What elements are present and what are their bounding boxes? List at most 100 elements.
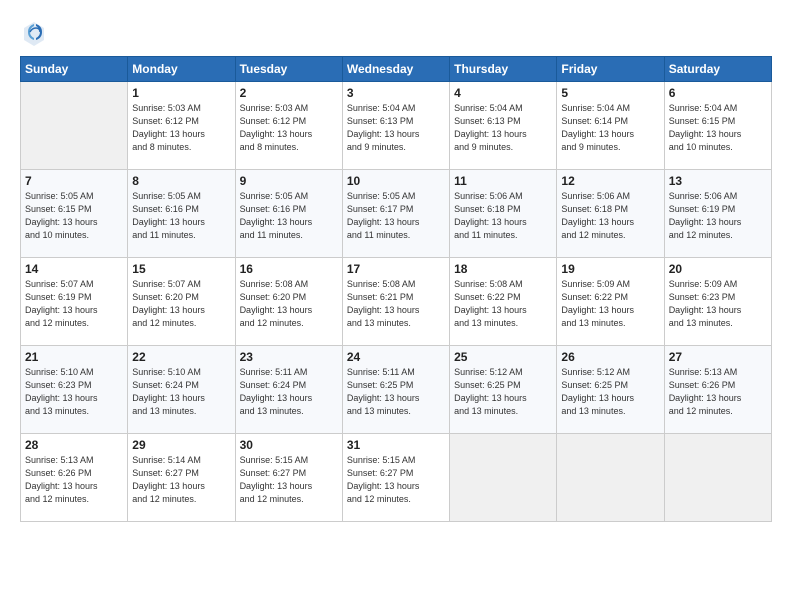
calendar-cell: 9Sunrise: 5:05 AMSunset: 6:16 PMDaylight… <box>235 170 342 258</box>
calendar-cell: 27 Sunrise: 5:13 AMSunset: 6:26 PMDayligh… <box>664 346 771 434</box>
day-number: 26 <box>561 350 659 364</box>
day-number: 3 <box>347 86 445 100</box>
calendar-cell: 24 Sunrise: 5:11 AMSunset: 6:25 PMDayligh… <box>342 346 449 434</box>
logo-icon <box>20 18 48 46</box>
day-number: 15 <box>132 262 230 276</box>
day-number: 31 <box>347 438 445 452</box>
day-info: Sunrise: 5:09 AMSunset: 6:23 PMDaylight:… <box>669 278 767 330</box>
day-info: Sunrise: 5:12 AMSunset: 6:25 PMDaylight:… <box>454 366 552 418</box>
day-info: Sunrise: 5:11 AMSunset: 6:24 PMDaylight:… <box>240 366 338 418</box>
calendar-cell: 20 Sunrise: 5:09 AMSunset: 6:23 PMDayligh… <box>664 258 771 346</box>
day-number: 14 <box>25 262 123 276</box>
header <box>20 18 772 46</box>
calendar-header-sunday: Sunday <box>21 57 128 82</box>
day-info: Sunrise: 5:04 AMSunset: 6:13 PMDaylight:… <box>454 102 552 154</box>
day-number: 23 <box>240 350 338 364</box>
calendar-cell: 11Sunrise: 5:06 AMSunset: 6:18 PMDayligh… <box>450 170 557 258</box>
day-info: Sunrise: 5:07 AMSunset: 6:19 PMDaylight:… <box>25 278 123 330</box>
day-info: Sunrise: 5:10 AMSunset: 6:23 PMDaylight:… <box>25 366 123 418</box>
day-number: 21 <box>25 350 123 364</box>
calendar-cell: 15 Sunrise: 5:07 AMSunset: 6:20 PMDayligh… <box>128 258 235 346</box>
day-number: 27 <box>669 350 767 364</box>
day-number: 28 <box>25 438 123 452</box>
calendar-cell: 19 Sunrise: 5:09 AMSunset: 6:22 PMDayligh… <box>557 258 664 346</box>
calendar-cell: 21 Sunrise: 5:10 AMSunset: 6:23 PMDayligh… <box>21 346 128 434</box>
day-info: Sunrise: 5:05 AMSunset: 6:16 PMDaylight:… <box>132 190 230 242</box>
calendar-week-4: 21 Sunrise: 5:10 AMSunset: 6:23 PMDayligh… <box>21 346 772 434</box>
calendar-cell: 18 Sunrise: 5:08 AMSunset: 6:22 PMDayligh… <box>450 258 557 346</box>
day-info: Sunrise: 5:03 AMSunset: 6:12 PMDaylight:… <box>132 102 230 154</box>
calendar-header-tuesday: Tuesday <box>235 57 342 82</box>
calendar-cell: 17 Sunrise: 5:08 AMSunset: 6:21 PMDayligh… <box>342 258 449 346</box>
calendar-header-saturday: Saturday <box>664 57 771 82</box>
day-number: 2 <box>240 86 338 100</box>
day-info: Sunrise: 5:04 AMSunset: 6:13 PMDaylight:… <box>347 102 445 154</box>
day-info: Sunrise: 5:13 AMSunset: 6:26 PMDaylight:… <box>25 454 123 506</box>
day-number: 24 <box>347 350 445 364</box>
day-number: 10 <box>347 174 445 188</box>
calendar-header-row: SundayMondayTuesdayWednesdayThursdayFrid… <box>21 57 772 82</box>
day-info: Sunrise: 5:08 AMSunset: 6:21 PMDaylight:… <box>347 278 445 330</box>
calendar-cell: 31 Sunrise: 5:15 AMSunset: 6:27 PMDayligh… <box>342 434 449 522</box>
calendar-week-3: 14 Sunrise: 5:07 AMSunset: 6:19 PMDayligh… <box>21 258 772 346</box>
calendar-cell: 6 Sunrise: 5:04 AMSunset: 6:15 PMDaylight… <box>664 82 771 170</box>
calendar-cell: 1 Sunrise: 5:03 AMSunset: 6:12 PMDaylight… <box>128 82 235 170</box>
day-info: Sunrise: 5:05 AMSunset: 6:15 PMDaylight:… <box>25 190 123 242</box>
day-info: Sunrise: 5:09 AMSunset: 6:22 PMDaylight:… <box>561 278 659 330</box>
calendar-cell: 23 Sunrise: 5:11 AMSunset: 6:24 PMDayligh… <box>235 346 342 434</box>
day-number: 22 <box>132 350 230 364</box>
calendar-week-2: 7 Sunrise: 5:05 AMSunset: 6:15 PMDaylight… <box>21 170 772 258</box>
day-number: 5 <box>561 86 659 100</box>
day-info: Sunrise: 5:06 AMSunset: 6:18 PMDaylight:… <box>561 190 659 242</box>
day-number: 17 <box>347 262 445 276</box>
page: SundayMondayTuesdayWednesdayThursdayFrid… <box>0 0 792 612</box>
calendar-cell <box>21 82 128 170</box>
day-number: 20 <box>669 262 767 276</box>
day-info: Sunrise: 5:04 AMSunset: 6:15 PMDaylight:… <box>669 102 767 154</box>
calendar-cell <box>450 434 557 522</box>
day-number: 19 <box>561 262 659 276</box>
day-info: Sunrise: 5:10 AMSunset: 6:24 PMDaylight:… <box>132 366 230 418</box>
day-number: 25 <box>454 350 552 364</box>
day-info: Sunrise: 5:06 AMSunset: 6:18 PMDaylight:… <box>454 190 552 242</box>
day-info: Sunrise: 5:12 AMSunset: 6:25 PMDaylight:… <box>561 366 659 418</box>
calendar-header-thursday: Thursday <box>450 57 557 82</box>
day-number: 16 <box>240 262 338 276</box>
day-info: Sunrise: 5:08 AMSunset: 6:22 PMDaylight:… <box>454 278 552 330</box>
day-number: 18 <box>454 262 552 276</box>
calendar-cell: 29 Sunrise: 5:14 AMSunset: 6:27 PMDayligh… <box>128 434 235 522</box>
day-number: 8 <box>132 174 230 188</box>
calendar-table: SundayMondayTuesdayWednesdayThursdayFrid… <box>20 56 772 522</box>
calendar-header-monday: Monday <box>128 57 235 82</box>
calendar-cell: 14 Sunrise: 5:07 AMSunset: 6:19 PMDayligh… <box>21 258 128 346</box>
calendar-cell: 28 Sunrise: 5:13 AMSunset: 6:26 PMDayligh… <box>21 434 128 522</box>
day-info: Sunrise: 5:05 AMSunset: 6:17 PMDaylight:… <box>347 190 445 242</box>
day-number: 1 <box>132 86 230 100</box>
day-info: Sunrise: 5:14 AMSunset: 6:27 PMDaylight:… <box>132 454 230 506</box>
day-info: Sunrise: 5:06 AMSunset: 6:19 PMDaylight:… <box>669 190 767 242</box>
calendar-cell: 4 Sunrise: 5:04 AMSunset: 6:13 PMDaylight… <box>450 82 557 170</box>
day-info: Sunrise: 5:05 AMSunset: 6:16 PMDaylight:… <box>240 190 338 242</box>
calendar-week-5: 28 Sunrise: 5:13 AMSunset: 6:26 PMDayligh… <box>21 434 772 522</box>
day-info: Sunrise: 5:07 AMSunset: 6:20 PMDaylight:… <box>132 278 230 330</box>
calendar-week-1: 1 Sunrise: 5:03 AMSunset: 6:12 PMDaylight… <box>21 82 772 170</box>
calendar-cell: 16Sunrise: 5:08 AMSunset: 6:20 PMDayligh… <box>235 258 342 346</box>
calendar-cell: 3 Sunrise: 5:04 AMSunset: 6:13 PMDaylight… <box>342 82 449 170</box>
calendar-header-friday: Friday <box>557 57 664 82</box>
calendar-cell <box>664 434 771 522</box>
logo <box>20 18 52 46</box>
day-number: 7 <box>25 174 123 188</box>
day-number: 6 <box>669 86 767 100</box>
calendar-cell: 30 Sunrise: 5:15 AMSunset: 6:27 PMDayligh… <box>235 434 342 522</box>
calendar-cell: 5Sunrise: 5:04 AMSunset: 6:14 PMDaylight… <box>557 82 664 170</box>
calendar-cell: 8 Sunrise: 5:05 AMSunset: 6:16 PMDaylight… <box>128 170 235 258</box>
day-number: 12 <box>561 174 659 188</box>
day-info: Sunrise: 5:15 AMSunset: 6:27 PMDaylight:… <box>347 454 445 506</box>
day-info: Sunrise: 5:15 AMSunset: 6:27 PMDaylight:… <box>240 454 338 506</box>
day-info: Sunrise: 5:13 AMSunset: 6:26 PMDaylight:… <box>669 366 767 418</box>
day-info: Sunrise: 5:11 AMSunset: 6:25 PMDaylight:… <box>347 366 445 418</box>
calendar-cell: 12 Sunrise: 5:06 AMSunset: 6:18 PMDayligh… <box>557 170 664 258</box>
day-number: 29 <box>132 438 230 452</box>
day-number: 4 <box>454 86 552 100</box>
day-number: 30 <box>240 438 338 452</box>
